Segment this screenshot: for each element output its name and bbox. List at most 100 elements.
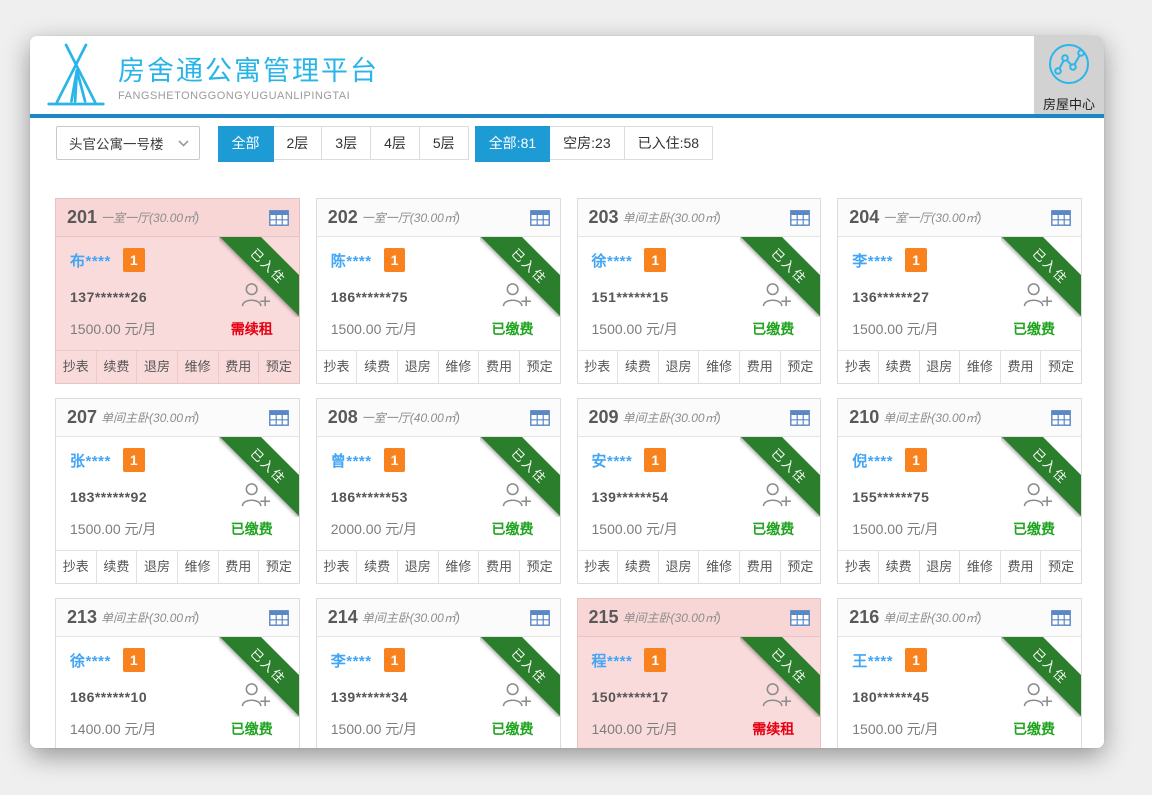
add-tenant-icon[interactable] xyxy=(240,481,271,513)
tab-floor-4[interactable]: 4层 xyxy=(370,127,419,159)
add-tenant-icon[interactable] xyxy=(240,681,271,713)
add-tenant-icon[interactable] xyxy=(761,281,792,313)
bill-table-icon[interactable] xyxy=(530,410,550,426)
room-card[interactable]: 208 一室一厅(40.00㎡) 曾**** 1 186******53 xyxy=(316,398,561,584)
room-card[interactable]: 202 一室一厅(30.00㎡) 陈**** 1 186******75 xyxy=(316,198,561,384)
action-fees-button[interactable]: 费用 xyxy=(218,351,259,383)
add-tenant-icon[interactable] xyxy=(1022,481,1053,513)
tab-floor-2[interactable]: 2层 xyxy=(273,127,322,159)
add-tenant-icon[interactable] xyxy=(501,281,532,313)
add-tenant-icon[interactable] xyxy=(761,681,792,713)
bill-table-icon[interactable] xyxy=(790,610,810,626)
bill-table-icon[interactable] xyxy=(269,410,289,426)
action-meter-button[interactable]: 抄表 xyxy=(317,551,357,583)
room-card[interactable]: 209 单间主卧(30.00㎡) 安**** 1 139******54 xyxy=(577,398,822,584)
action-fees-button[interactable]: 费用 xyxy=(739,351,780,383)
action-fees-button[interactable]: 费用 xyxy=(739,551,780,583)
action-fees-button[interactable]: 费用 xyxy=(478,551,519,583)
tab-floor-all[interactable]: 全部 xyxy=(218,126,274,162)
tenant-name-link[interactable]: 程**** xyxy=(592,650,633,671)
action-repair-button[interactable]: 维修 xyxy=(698,351,739,383)
action-fees-button[interactable]: 费用 xyxy=(218,551,259,583)
action-reserve-button[interactable]: 预定 xyxy=(780,551,821,583)
action-checkout-button[interactable]: 退房 xyxy=(136,551,177,583)
action-checkout-button[interactable]: 退房 xyxy=(397,351,438,383)
tenant-name-link[interactable]: 徐**** xyxy=(592,250,633,271)
action-meter-button[interactable]: 抄表 xyxy=(578,551,618,583)
add-tenant-icon[interactable] xyxy=(240,281,271,313)
bill-table-icon[interactable] xyxy=(1051,410,1071,426)
action-checkout-button[interactable]: 退房 xyxy=(136,351,177,383)
tenant-name-link[interactable]: 曾**** xyxy=(331,450,372,471)
add-tenant-icon[interactable] xyxy=(761,481,792,513)
action-renew-button[interactable]: 续费 xyxy=(96,551,137,583)
action-renew-button[interactable]: 续费 xyxy=(96,351,137,383)
action-meter-button[interactable]: 抄表 xyxy=(578,351,618,383)
action-checkout-button[interactable]: 退房 xyxy=(919,551,960,583)
bill-table-icon[interactable] xyxy=(530,610,550,626)
bill-table-icon[interactable] xyxy=(1051,610,1071,626)
action-reserve-button[interactable]: 预定 xyxy=(519,351,560,383)
action-reserve-button[interactable]: 预定 xyxy=(258,351,299,383)
room-card[interactable]: 203 单间主卧(30.00㎡) 徐**** 1 151******15 xyxy=(577,198,822,384)
tenant-name-link[interactable]: 李**** xyxy=(331,650,372,671)
add-tenant-icon[interactable] xyxy=(501,481,532,513)
add-tenant-icon[interactable] xyxy=(1022,281,1053,313)
add-tenant-icon[interactable] xyxy=(501,681,532,713)
action-renew-button[interactable]: 续费 xyxy=(356,351,397,383)
bill-table-icon[interactable] xyxy=(269,610,289,626)
room-card[interactable]: 215 单间主卧(30.00㎡) 程**** 1 150******17 xyxy=(577,598,822,748)
bill-table-icon[interactable] xyxy=(530,210,550,226)
tenant-name-link[interactable]: 徐**** xyxy=(70,650,111,671)
building-select[interactable]: 头官公寓一号楼 xyxy=(56,126,200,160)
action-meter-button[interactable]: 抄表 xyxy=(317,351,357,383)
action-checkout-button[interactable]: 退房 xyxy=(658,351,699,383)
bill-table-icon[interactable] xyxy=(790,410,810,426)
action-renew-button[interactable]: 续费 xyxy=(617,351,658,383)
action-renew-button[interactable]: 续费 xyxy=(617,551,658,583)
room-card[interactable]: 213 单间主卧(30.00㎡) 徐**** 1 186******10 xyxy=(55,598,300,748)
tab-count-all[interactable]: 全部:81 xyxy=(475,126,550,162)
room-card[interactable]: 201 一室一厅(30.00㎡) 布**** 1 137******26 xyxy=(55,198,300,384)
action-checkout-button[interactable]: 退房 xyxy=(397,551,438,583)
action-repair-button[interactable]: 维修 xyxy=(698,551,739,583)
action-repair-button[interactable]: 维修 xyxy=(438,551,479,583)
action-fees-button[interactable]: 费用 xyxy=(1000,351,1041,383)
room-card[interactable]: 210 单间主卧(30.00㎡) 倪**** 1 155******75 xyxy=(837,398,1082,584)
action-fees-button[interactable]: 费用 xyxy=(478,351,519,383)
action-checkout-button[interactable]: 退房 xyxy=(658,551,699,583)
bill-table-icon[interactable] xyxy=(790,210,810,226)
action-repair-button[interactable]: 维修 xyxy=(438,351,479,383)
tenant-name-link[interactable]: 安**** xyxy=(592,450,633,471)
action-fees-button[interactable]: 费用 xyxy=(1000,551,1041,583)
room-card[interactable]: 214 单间主卧(30.00㎡) 李**** 1 139******34 xyxy=(316,598,561,748)
action-renew-button[interactable]: 续费 xyxy=(878,551,919,583)
tab-count-occupied[interactable]: 已入住:58 xyxy=(624,127,712,159)
bill-table-icon[interactable] xyxy=(1051,210,1071,226)
action-repair-button[interactable]: 维修 xyxy=(177,551,218,583)
room-card[interactable]: 207 单间主卧(30.00㎡) 张**** 1 183******92 xyxy=(55,398,300,584)
action-repair-button[interactable]: 维修 xyxy=(959,351,1000,383)
tenant-name-link[interactable]: 布**** xyxy=(70,250,111,271)
tab-count-vacant[interactable]: 空房:23 xyxy=(549,127,623,159)
action-meter-button[interactable]: 抄表 xyxy=(838,351,878,383)
action-repair-button[interactable]: 维修 xyxy=(959,551,1000,583)
action-reserve-button[interactable]: 预定 xyxy=(1040,551,1081,583)
tab-floor-3[interactable]: 3层 xyxy=(321,127,370,159)
room-card[interactable]: 204 一室一厅(30.00㎡) 李**** 1 136******27 xyxy=(837,198,1082,384)
tenant-name-link[interactable]: 李**** xyxy=(852,250,893,271)
action-meter-button[interactable]: 抄表 xyxy=(56,551,96,583)
action-reserve-button[interactable]: 预定 xyxy=(519,551,560,583)
room-card[interactable]: 216 单间主卧(30.00㎡) 王**** 1 180******45 xyxy=(837,598,1082,748)
action-checkout-button[interactable]: 退房 xyxy=(919,351,960,383)
action-reserve-button[interactable]: 预定 xyxy=(258,551,299,583)
add-tenant-icon[interactable] xyxy=(1022,681,1053,713)
tenant-name-link[interactable]: 张**** xyxy=(70,450,111,471)
tenant-name-link[interactable]: 王**** xyxy=(852,650,893,671)
action-renew-button[interactable]: 续费 xyxy=(878,351,919,383)
action-meter-button[interactable]: 抄表 xyxy=(838,551,878,583)
bill-table-icon[interactable] xyxy=(269,210,289,226)
action-meter-button[interactable]: 抄表 xyxy=(56,351,96,383)
action-renew-button[interactable]: 续费 xyxy=(356,551,397,583)
tenant-name-link[interactable]: 倪**** xyxy=(852,450,893,471)
